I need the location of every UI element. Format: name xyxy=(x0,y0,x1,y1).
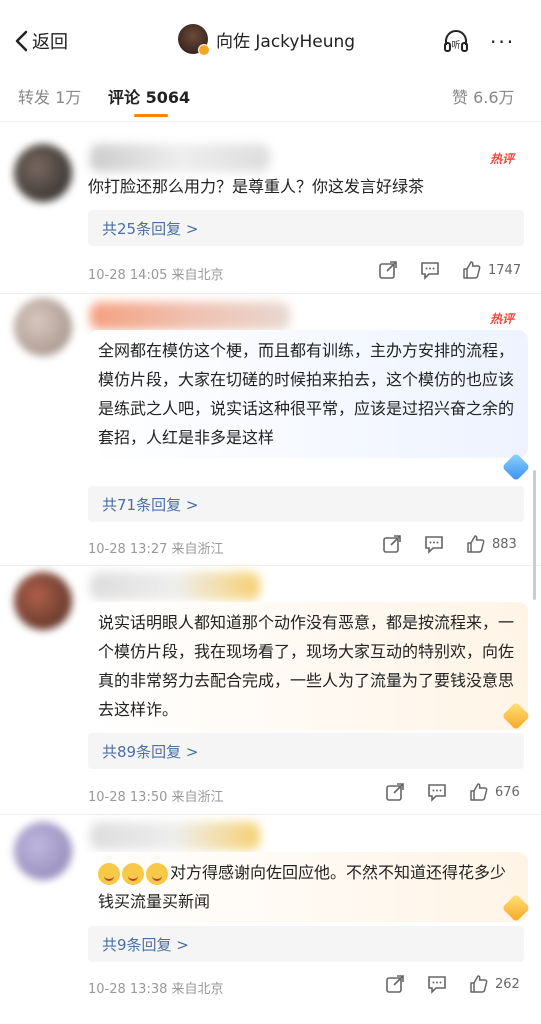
more-options-button[interactable]: ··· xyxy=(490,30,515,54)
like-count: 1747 xyxy=(488,262,522,278)
thumbs-up-icon xyxy=(463,261,481,279)
user-name: 向佐 JackyHeung xyxy=(216,31,356,52)
listen-label: 听 xyxy=(451,40,460,51)
tab-repost[interactable]: 转发 1万 xyxy=(18,84,81,108)
commenter-name[interactable] xyxy=(90,572,260,600)
commenter-name[interactable] xyxy=(90,822,260,850)
scrollbar[interactable] xyxy=(533,470,536,600)
comment-meta: 10-28 13:38 来自北京 xyxy=(88,982,224,997)
comment-actions: 883 xyxy=(382,534,517,554)
view-replies-link[interactable]: 共89条回复 > xyxy=(88,733,524,769)
listen-button[interactable]: 听 xyxy=(442,27,470,59)
comment-meta: 10-28 14:05 来自北京 xyxy=(88,268,224,283)
comment-text[interactable]: 全网都在模仿这个梗，而且都有训练，主办方安排的流程，模仿片段，大家在切磋的时候拍… xyxy=(88,330,528,458)
commenter-avatar[interactable] xyxy=(14,144,72,202)
emoji-icon xyxy=(98,862,120,885)
commenter-name[interactable] xyxy=(90,144,270,172)
comment-text[interactable]: 说实话明眼人都知道那个动作没有恶意，都是按流程来，一个模仿片段，我在现场看了，现… xyxy=(88,602,528,730)
view-replies-link[interactable]: 共71条回复 > xyxy=(88,486,524,522)
thumbs-up-icon xyxy=(470,783,488,801)
back-button[interactable]: 返回 xyxy=(14,28,68,54)
emoji-icon xyxy=(122,862,144,885)
comment-icon[interactable] xyxy=(427,782,447,802)
comment-text[interactable]: 你打脸还那么用力？是尊重人？你这发言好绿茶 xyxy=(88,172,524,201)
view-replies-link[interactable]: 共25条回复 > xyxy=(88,210,524,246)
page-title[interactable]: 向佐 JackyHeung xyxy=(178,24,356,56)
share-icon[interactable] xyxy=(378,260,398,280)
comment-actions: 262 xyxy=(385,974,520,994)
like-button[interactable]: 676 xyxy=(469,782,520,802)
like-count: 676 xyxy=(495,784,520,800)
active-tab-indicator xyxy=(134,114,168,117)
comment-icon[interactable] xyxy=(420,260,440,280)
comment-meta: 10-28 13:50 来自浙江 xyxy=(88,790,224,805)
thumbs-up-icon xyxy=(467,535,485,553)
like-button[interactable]: 883 xyxy=(466,534,517,554)
comment-actions: 676 xyxy=(385,782,520,802)
emoji-icon xyxy=(146,862,168,885)
thumbs-up-icon xyxy=(470,975,488,993)
user-avatar[interactable] xyxy=(178,24,210,56)
commenter-avatar[interactable] xyxy=(14,822,72,880)
view-replies-link[interactable]: 共9条回复 > xyxy=(88,926,524,962)
commenter-name[interactable] xyxy=(90,302,290,330)
comment-meta: 10-28 13:27 来自浙江 xyxy=(88,542,224,557)
share-icon[interactable] xyxy=(382,534,402,554)
like-button[interactable]: 262 xyxy=(469,974,520,994)
headphones-icon: 听 xyxy=(444,30,468,52)
verified-badge-icon xyxy=(198,44,210,56)
tab-bar: 转发 1万 评论 5064 赞 6.6万 xyxy=(0,80,541,122)
like-count: 883 xyxy=(492,536,517,552)
chevron-left-icon xyxy=(15,30,28,52)
tab-comments[interactable]: 评论 5064 xyxy=(108,84,190,108)
top-nav-bar: 返回 向佐 JackyHeung 听 ··· xyxy=(0,0,541,80)
share-icon[interactable] xyxy=(385,974,405,994)
commenter-avatar[interactable] xyxy=(14,572,72,630)
comment-icon[interactable] xyxy=(424,534,444,554)
comment-text[interactable]: 对方得感谢向佐回应他。不然不知道还得花多少钱买流量买新闻 xyxy=(88,852,528,922)
like-button[interactable]: 1747 xyxy=(462,260,521,280)
comment-icon[interactable] xyxy=(427,974,447,994)
divider xyxy=(0,814,541,815)
back-label: 返回 xyxy=(32,32,68,53)
divider xyxy=(0,565,541,566)
commenter-avatar[interactable] xyxy=(14,298,72,356)
comment-actions: 1747 xyxy=(378,260,521,280)
share-icon[interactable] xyxy=(385,782,405,802)
tab-likes[interactable]: 赞 6.6万 xyxy=(452,84,515,108)
divider xyxy=(0,293,541,294)
hot-comment-badge: 热评 xyxy=(490,152,515,166)
hot-comment-badge: 热评 xyxy=(490,312,515,326)
like-count: 262 xyxy=(495,976,520,992)
